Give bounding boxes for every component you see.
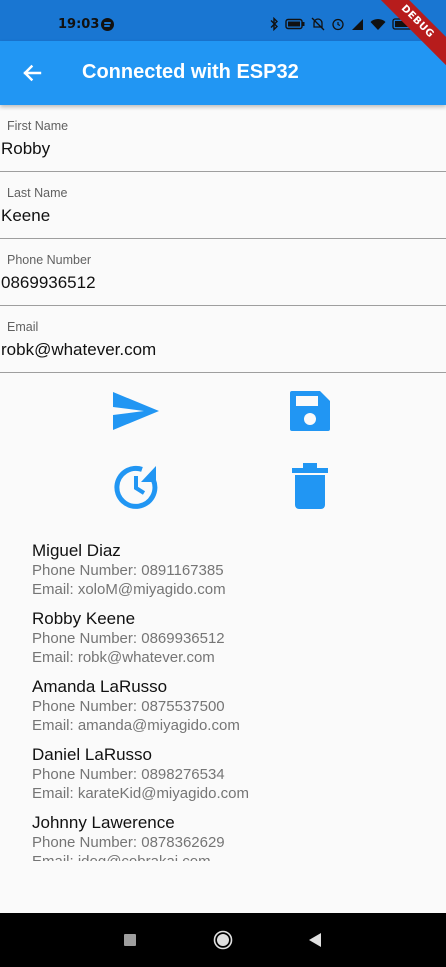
recents-icon	[124, 934, 136, 946]
contact-name: Robby Keene	[32, 609, 136, 628]
delete-button[interactable]	[282, 458, 338, 514]
first-name-field[interactable]: First Name Robby	[0, 105, 446, 172]
contact-phone: Phone Number: 0898276534	[32, 766, 225, 783]
contact-phone: Phone Number: 0891167385	[32, 562, 224, 579]
nav-back-button[interactable]	[304, 930, 326, 950]
email-field[interactable]: Email robk@whatever.com	[0, 306, 446, 373]
recents-button[interactable]	[119, 930, 141, 950]
list-item[interactable]: Amanda LaRusso Phone Number: 0875537500 …	[32, 677, 412, 735]
contact-name: Johnny Lawerence	[32, 813, 175, 832]
back-icon	[309, 933, 321, 947]
contact-name: Daniel LaRusso	[32, 745, 153, 764]
app-bar: Connected with ESP32	[0, 41, 446, 105]
contact-list[interactable]: Miguel Diaz Phone Number: 0891167385 Ema…	[32, 541, 412, 861]
arrow-back-icon	[23, 64, 42, 82]
last-name-input[interactable]: Keene	[1, 206, 50, 226]
phone-number-field[interactable]: Phone Number 0869936512	[0, 239, 446, 306]
contact-email: Email: karateKid@miyagido.com	[32, 785, 249, 802]
send-icon	[113, 392, 159, 430]
first-name-label: First Name	[7, 119, 69, 133]
contact-email: Email: amanda@miyagido.com	[32, 717, 240, 734]
spotify-icon	[101, 18, 114, 31]
delete-icon	[292, 463, 328, 509]
status-icons	[270, 15, 416, 33]
contact-name: Miguel Diaz	[32, 541, 121, 560]
dnd-icon	[311, 17, 325, 31]
contact-form: First Name Robby Last Name Keene Phone N…	[0, 105, 446, 373]
history-button[interactable]	[108, 458, 164, 514]
contact-phone: Phone Number: 0875537500	[32, 698, 225, 715]
contact-name: Amanda LaRusso	[32, 677, 168, 696]
list-item[interactable]: Daniel LaRusso Phone Number: 0898276534 …	[32, 745, 412, 803]
alarm-icon	[332, 18, 344, 31]
contact-email: Email: xoloM@miyagido.com	[32, 581, 226, 598]
home-button[interactable]	[212, 930, 234, 950]
phone-number-label: Phone Number	[7, 253, 92, 267]
contact-phone: Phone Number: 0878362629	[32, 834, 225, 851]
wifi-icon	[370, 18, 386, 30]
battery-saver-icon	[285, 18, 305, 30]
list-item[interactable]: Robby Keene Phone Number: 0869936512 Ema…	[32, 609, 412, 667]
email-input[interactable]: robk@whatever.com	[1, 340, 156, 360]
bluetooth-icon	[270, 17, 278, 31]
save-button[interactable]	[282, 383, 338, 439]
back-button[interactable]	[14, 55, 50, 91]
first-name-input[interactable]: Robby	[1, 139, 50, 159]
list-item[interactable]: Johnny Lawerence Phone Number: 087836262…	[32, 813, 412, 861]
system-nav-bar	[0, 913, 446, 967]
status-time: 19:03	[58, 17, 100, 32]
phone-number-input[interactable]: 0869936512	[1, 273, 96, 293]
signal-icon	[352, 18, 363, 30]
email-label: Email	[7, 320, 39, 334]
status-bar: 19:03	[0, 0, 446, 41]
page-title: Connected with ESP32	[82, 61, 299, 83]
contact-email: Email: robk@whatever.com	[32, 649, 215, 666]
last-name-label: Last Name	[7, 186, 68, 200]
contact-phone: Phone Number: 0869936512	[32, 630, 225, 647]
home-icon	[213, 930, 233, 950]
last-name-field[interactable]: Last Name Keene	[0, 172, 446, 239]
action-buttons	[0, 375, 446, 515]
list-item[interactable]: Miguel Diaz Phone Number: 0891167385 Ema…	[32, 541, 412, 599]
contact-email: Email: jdog@cobrakai.com	[32, 852, 412, 861]
save-icon	[290, 391, 330, 431]
send-button[interactable]	[108, 383, 164, 439]
history-icon	[114, 465, 158, 509]
